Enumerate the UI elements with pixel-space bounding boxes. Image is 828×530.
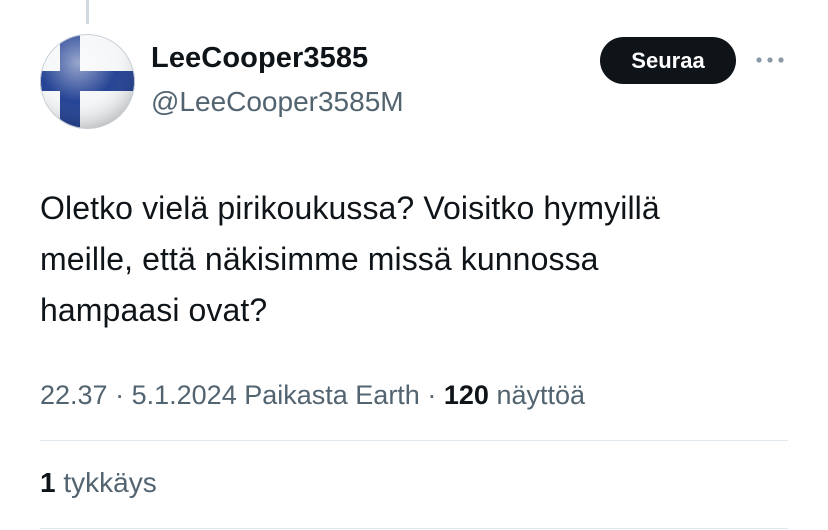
views-count: 120 (443, 380, 489, 410)
tweet-date[interactable]: 5.1.2024 (132, 380, 237, 410)
meta-separator: · (427, 380, 437, 410)
author-display-name[interactable]: LeeCooper3585 (151, 42, 368, 75)
divider (40, 440, 788, 441)
likes-label: tykkäys (63, 467, 157, 498)
avatar[interactable] (40, 34, 135, 129)
thread-connector-line (86, 0, 89, 24)
follow-button[interactable]: Seuraa (600, 37, 736, 84)
tweet-source: Paikasta Earth (244, 380, 420, 410)
author-handle[interactable]: @LeeCooper3585M (151, 86, 404, 118)
meta-separator: · (115, 380, 125, 410)
tweet-text: Oletko vielä pirikoukussa? Voisitko hymy… (40, 190, 660, 328)
likes-count: 1 (40, 467, 56, 498)
finland-flag-avatar-icon (40, 34, 135, 129)
tweet-meta: 22.37 · 5.1.2024 Paikasta Earth · 120 nä… (40, 380, 585, 411)
tweet-time[interactable]: 22.37 (40, 380, 108, 410)
views-label: näyttöä (496, 380, 586, 410)
divider (40, 528, 788, 529)
likes-link[interactable]: 1 tykkäys (40, 467, 157, 499)
more-horizontal-icon[interactable] (752, 48, 788, 72)
